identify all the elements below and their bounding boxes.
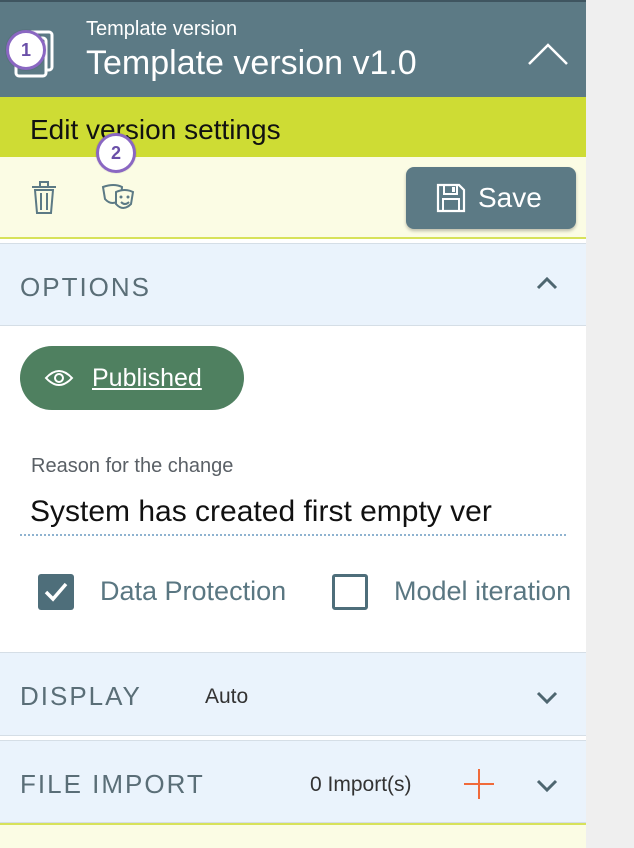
- import-count: 0 Import(s): [310, 773, 412, 796]
- reason-input[interactable]: [20, 490, 566, 536]
- chevron-up-icon[interactable]: [536, 276, 558, 290]
- annotation-badge-2: 2: [96, 133, 136, 173]
- annotation-badge-1: 1: [6, 30, 46, 70]
- floppy-disk-icon: [436, 183, 466, 213]
- version-settings-panel: 1 Template version Template version v1.0…: [0, 0, 586, 848]
- bottom-edit-strip: [0, 823, 586, 848]
- edit-title: Edit version settings: [30, 114, 281, 145]
- chevron-up-icon[interactable]: [526, 38, 570, 68]
- published-status-button[interactable]: Published: [20, 346, 244, 410]
- template-version-header[interactable]: 1 Template version Template version v1.0: [0, 0, 586, 97]
- model-iteration-checkbox[interactable]: [332, 574, 368, 610]
- options-section-header[interactable]: OPTIONS: [0, 243, 586, 326]
- plus-icon[interactable]: [463, 768, 495, 800]
- reason-label: Reason for the change: [31, 455, 234, 477]
- display-section-header[interactable]: DISPLAY Auto: [0, 652, 586, 736]
- save-button[interactable]: Save: [406, 167, 576, 229]
- eye-icon: [44, 370, 74, 386]
- published-link[interactable]: Published: [92, 364, 202, 393]
- options-label: OPTIONS: [20, 272, 152, 302]
- trash-icon[interactable]: [30, 181, 58, 215]
- model-iteration-label: Model iteration: [394, 576, 572, 606]
- save-label: Save: [478, 182, 542, 213]
- data-protection-checkbox[interactable]: [38, 574, 74, 610]
- checkmark-icon: [44, 582, 68, 602]
- data-protection-label: Data Protection: [100, 576, 287, 606]
- header-subtitle: Template version: [86, 18, 238, 40]
- chevron-down-icon[interactable]: [536, 779, 558, 793]
- header-title: Template version v1.0: [86, 44, 417, 82]
- edit-version-settings-bar: Edit version settings: [0, 97, 586, 157]
- theater-masks-icon[interactable]: [100, 183, 136, 213]
- display-label: DISPLAY: [20, 681, 142, 711]
- file-import-label: FILE IMPORT: [20, 769, 205, 799]
- display-value: Auto: [205, 685, 249, 708]
- edit-toolbar: 2 Save: [0, 133, 586, 239]
- chevron-down-icon[interactable]: [536, 691, 558, 705]
- file-import-section-header[interactable]: FILE IMPORT 0 Import(s): [0, 740, 586, 823]
